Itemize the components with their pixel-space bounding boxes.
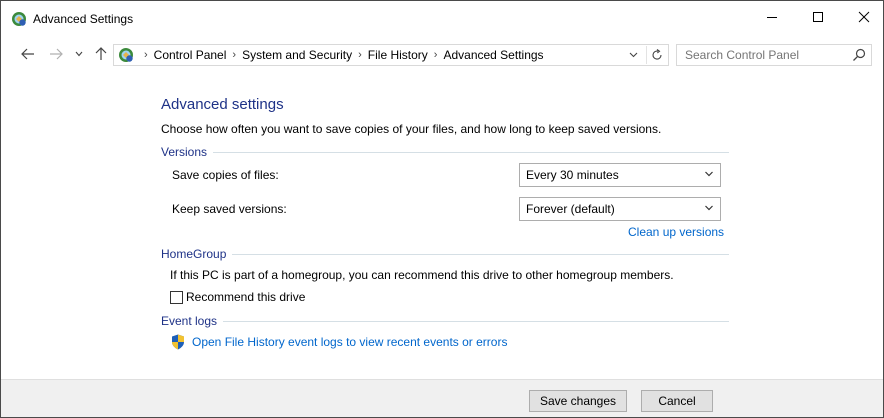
save-copies-value: Every 30 minutes bbox=[526, 168, 619, 182]
event-logs-group-title: Event logs bbox=[161, 314, 218, 328]
divider bbox=[223, 320, 729, 322]
close-icon bbox=[858, 11, 870, 23]
keep-versions-dropdown[interactable]: Forever (default) bbox=[519, 197, 721, 221]
advanced-settings-window: Advanced Settings › Control Panel › Syst… bbox=[0, 0, 884, 418]
recommend-drive-checkbox[interactable] bbox=[170, 291, 183, 304]
breadcrumb-separator: › bbox=[232, 49, 237, 61]
title-bar[interactable]: Advanced Settings bbox=[1, 1, 883, 37]
breadcrumb-separator: › bbox=[144, 49, 148, 61]
chevron-down-icon bbox=[75, 51, 83, 57]
event-logs-link[interactable]: Open File History event logs to view rec… bbox=[192, 335, 507, 349]
maximize-button[interactable] bbox=[795, 1, 841, 33]
breadcrumb-control-panel[interactable]: Control Panel bbox=[154, 48, 227, 62]
window-title: Advanced Settings bbox=[33, 12, 134, 26]
footer: Save changes Cancel bbox=[1, 379, 883, 417]
search-box bbox=[676, 44, 872, 66]
chevron-down-icon bbox=[629, 52, 637, 58]
recent-locations-button[interactable] bbox=[73, 45, 85, 63]
shield-icon bbox=[172, 334, 184, 350]
arrow-left-icon bbox=[21, 48, 34, 60]
chevron-down-icon bbox=[705, 171, 713, 177]
breadcrumb: › Control Panel › System and Security › … bbox=[138, 48, 544, 62]
navigation-bar: › Control Panel › System and Security › … bbox=[1, 41, 883, 67]
forward-button[interactable] bbox=[47, 45, 65, 63]
clean-up-versions-link[interactable]: Clean up versions bbox=[628, 225, 724, 239]
arrow-up-icon bbox=[95, 47, 107, 60]
address-bar[interactable]: › Control Panel › System and Security › … bbox=[113, 44, 669, 66]
divider bbox=[232, 253, 729, 255]
homegroup-group-header: HomeGroup bbox=[161, 247, 729, 261]
homegroup-group-title: HomeGroup bbox=[161, 247, 227, 261]
close-button[interactable] bbox=[841, 1, 883, 33]
up-button[interactable] bbox=[93, 45, 109, 63]
maximize-icon bbox=[813, 12, 823, 22]
control-panel-icon bbox=[119, 48, 133, 62]
minimize-icon bbox=[767, 17, 777, 18]
save-changes-button[interactable]: Save changes bbox=[529, 390, 627, 412]
arrow-right-icon bbox=[50, 48, 63, 60]
search-icon[interactable] bbox=[851, 47, 867, 63]
refresh-button[interactable] bbox=[646, 46, 667, 64]
chevron-down-icon bbox=[705, 205, 713, 211]
breadcrumb-system-and-security[interactable]: System and Security bbox=[242, 48, 352, 62]
breadcrumb-file-history[interactable]: File History bbox=[368, 48, 428, 62]
back-button[interactable] bbox=[19, 45, 37, 63]
intro-text: Choose how often you want to save copies… bbox=[161, 122, 662, 136]
recommend-drive-label[interactable]: Recommend this drive bbox=[186, 290, 305, 304]
control-panel-icon bbox=[12, 12, 26, 26]
keep-versions-value: Forever (default) bbox=[526, 202, 615, 216]
versions-group-title: Versions bbox=[161, 145, 208, 159]
refresh-icon bbox=[652, 49, 662, 60]
breadcrumb-separator: › bbox=[433, 49, 438, 61]
homegroup-description: If this PC is part of a homegroup, you c… bbox=[170, 268, 674, 282]
event-logs-group-header: Event logs bbox=[161, 314, 729, 328]
page-title: Advanced settings bbox=[161, 96, 284, 113]
cancel-button[interactable]: Cancel bbox=[641, 390, 713, 412]
search-input[interactable] bbox=[677, 45, 845, 65]
keep-versions-label: Keep saved versions: bbox=[172, 202, 287, 216]
save-copies-dropdown[interactable]: Every 30 minutes bbox=[519, 163, 721, 187]
breadcrumb-separator: › bbox=[358, 49, 362, 61]
address-dropdown-button[interactable] bbox=[626, 47, 640, 63]
breadcrumb-advanced-settings[interactable]: Advanced Settings bbox=[443, 48, 543, 62]
minimize-button[interactable] bbox=[749, 1, 795, 33]
versions-group-header: Versions bbox=[161, 145, 729, 159]
main-content: Advanced settings Choose how often you w… bbox=[1, 71, 883, 379]
divider bbox=[213, 151, 729, 153]
save-copies-label: Save copies of files: bbox=[172, 168, 279, 182]
